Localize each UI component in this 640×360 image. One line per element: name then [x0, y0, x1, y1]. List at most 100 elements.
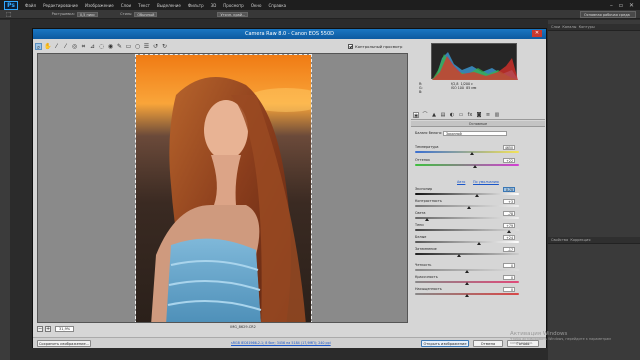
- menu-filter[interactable]: Фильтр: [188, 3, 204, 8]
- refine-edge-button[interactable]: Уточн. край...: [217, 11, 249, 17]
- snapshots-icon[interactable]: ▥: [494, 112, 500, 118]
- dialog-bottom-bar: Сохранить изображение... sRGB IEC61966-2…: [33, 337, 546, 348]
- zoom-level-select[interactable]: 31,9%: [55, 326, 75, 332]
- tab-channels[interactable]: Каналы: [562, 25, 576, 29]
- white-balance-label: Баланс белого:: [415, 131, 443, 135]
- menu-file[interactable]: Файл: [25, 3, 36, 8]
- style-select[interactable]: Обычный: [134, 11, 158, 17]
- white-balance-tool-icon[interactable]: ⁄: [53, 43, 60, 50]
- menu-layers[interactable]: Слои: [121, 3, 131, 8]
- vibrance-value-input[interactable]: 0: [503, 275, 515, 280]
- zoom-tool-icon[interactable]: ⌕: [35, 43, 42, 51]
- lens-corrections-icon[interactable]: ▭: [458, 112, 464, 118]
- rotate-right-icon[interactable]: ↻: [161, 43, 168, 50]
- whites-slider-track[interactable]: [415, 241, 519, 243]
- shadows-value-input[interactable]: +79: [503, 223, 515, 228]
- shadows-slider-thumb[interactable]: [506, 230, 511, 233]
- portrait-photo: [136, 55, 311, 322]
- clarity-value-input[interactable]: 0: [503, 263, 515, 268]
- clarity-slider-thumb[interactable]: [465, 270, 469, 273]
- presets-icon[interactable]: ≡: [485, 112, 491, 118]
- shadows-slider-track[interactable]: [415, 229, 519, 231]
- spot-removal-icon[interactable]: ◌: [98, 43, 105, 50]
- tone-curve-icon[interactable]: ⌒: [422, 112, 428, 118]
- temperature-slider-track[interactable]: [415, 151, 519, 153]
- preferences-icon[interactable]: ☰: [143, 43, 150, 50]
- menu-type[interactable]: Текст: [138, 3, 150, 8]
- temperature-value-input[interactable]: 4650: [503, 145, 515, 150]
- tab-properties[interactable]: Свойства: [551, 238, 568, 242]
- highlights-slider-thumb[interactable]: [425, 218, 430, 221]
- rotate-left-icon[interactable]: ↺: [152, 43, 159, 50]
- radial-filter-icon[interactable]: ○: [134, 43, 141, 50]
- adjustment-brush-icon[interactable]: ✎: [116, 43, 123, 50]
- auto-link[interactable]: Авто: [457, 180, 465, 184]
- histogram-area: R: G: B: f/2,8 1/200 с ISO 100 85 мм: [411, 41, 545, 107]
- contrast-row: Контрастность +3: [411, 199, 545, 209]
- dialog-close-icon[interactable]: ✕: [532, 30, 542, 37]
- tab-layers[interactable]: Слои: [551, 25, 560, 29]
- menu-window[interactable]: Окно: [251, 3, 262, 8]
- menu-view[interactable]: Просмотр: [223, 3, 244, 8]
- whites-value-input[interactable]: +24: [503, 235, 515, 240]
- targeted-adjustment-icon[interactable]: ◎: [71, 43, 78, 50]
- split-toning-icon[interactable]: ◐: [449, 112, 455, 118]
- camera-calibration-icon[interactable]: ◙: [476, 112, 482, 118]
- exposure-slider-thumb[interactable]: [475, 194, 480, 197]
- workspace-switcher[interactable]: Основная рабочая среда: [580, 11, 636, 18]
- straighten-tool-icon[interactable]: ⊿: [89, 43, 96, 50]
- hsl-icon[interactable]: ▤: [440, 112, 446, 118]
- contrast-slider-thumb[interactable]: [467, 206, 472, 209]
- exposure-value-input[interactable]: 0,70: [503, 187, 515, 192]
- zoom-in-button[interactable]: +: [45, 326, 51, 332]
- contrast-label: Контрастность: [415, 199, 442, 203]
- blacks-slider-track[interactable]: [415, 253, 519, 255]
- cancel-button[interactable]: Отмена: [473, 340, 503, 347]
- tab-paths[interactable]: Контуры: [579, 25, 595, 29]
- hand-tool-icon[interactable]: ✋: [44, 43, 51, 50]
- vibrance-label: Красочность: [415, 275, 438, 279]
- effects-icon[interactable]: fx: [467, 112, 473, 118]
- menu-image[interactable]: Изображение: [85, 3, 114, 8]
- whites-slider-thumb[interactable]: [477, 242, 482, 245]
- saturation-slider-thumb[interactable]: [465, 294, 469, 297]
- menu-help[interactable]: Справка: [268, 3, 286, 8]
- preview-toggle[interactable]: Контрольный просмотр: [348, 42, 410, 50]
- open-image-button[interactable]: Открыть изображение: [421, 340, 469, 347]
- crop-tool-icon[interactable]: ⌗: [80, 43, 87, 50]
- workflow-options-link[interactable]: sRGB IEC61966-2.1; 8 бит; 3456 на 5184 (…: [231, 341, 331, 345]
- contrast-value-input[interactable]: +3: [503, 199, 515, 204]
- highlights-value-input[interactable]: -78: [503, 211, 515, 216]
- default-link[interactable]: По умолчанию: [473, 180, 499, 184]
- marquee-tool-icon[interactable]: ⬚: [6, 11, 12, 18]
- temperature-slider-thumb[interactable]: [470, 152, 475, 155]
- white-balance-select[interactable]: Заказной: [443, 131, 507, 136]
- feather-input[interactable]: 0,5 пикс: [76, 11, 99, 17]
- exposure-slider-track[interactable]: [415, 193, 519, 195]
- red-eye-icon[interactable]: ◉: [107, 43, 114, 50]
- saturation-value-input[interactable]: 0: [503, 287, 515, 292]
- close-window-icon[interactable]: ✕: [629, 2, 634, 9]
- zoom-out-button[interactable]: −: [37, 326, 43, 332]
- blacks-slider-thumb[interactable]: [456, 254, 461, 257]
- detail-icon[interactable]: ▲: [431, 112, 437, 118]
- blacks-value-input[interactable]: -17: [503, 247, 515, 252]
- menu-select[interactable]: Выделение: [157, 3, 181, 8]
- save-image-button[interactable]: Сохранить изображение...: [37, 340, 91, 347]
- image-preview[interactable]: [37, 53, 408, 323]
- color-sampler-icon[interactable]: ⁄: [62, 43, 69, 50]
- minimize-icon[interactable]: –: [610, 2, 613, 9]
- graduated-filter-icon[interactable]: ▭: [125, 43, 132, 50]
- menu-3d[interactable]: 3D: [211, 3, 217, 8]
- tab-adjustments[interactable]: Коррекция: [570, 238, 590, 242]
- tint-value-input[interactable]: +22: [503, 158, 515, 163]
- tint-slider-track[interactable]: [415, 164, 519, 166]
- menu-edit[interactable]: Редактирование: [43, 3, 78, 8]
- preview-checkbox[interactable]: [348, 43, 353, 49]
- tint-slider-thumb[interactable]: [473, 165, 478, 168]
- basic-tab-icon[interactable]: ◉: [413, 112, 419, 119]
- maximize-icon[interactable]: ▫: [619, 2, 623, 9]
- vibrance-slider-thumb[interactable]: [465, 282, 469, 285]
- highlights-slider-track[interactable]: [415, 217, 519, 219]
- exposure-row: Экспонир 0,70: [411, 187, 545, 197]
